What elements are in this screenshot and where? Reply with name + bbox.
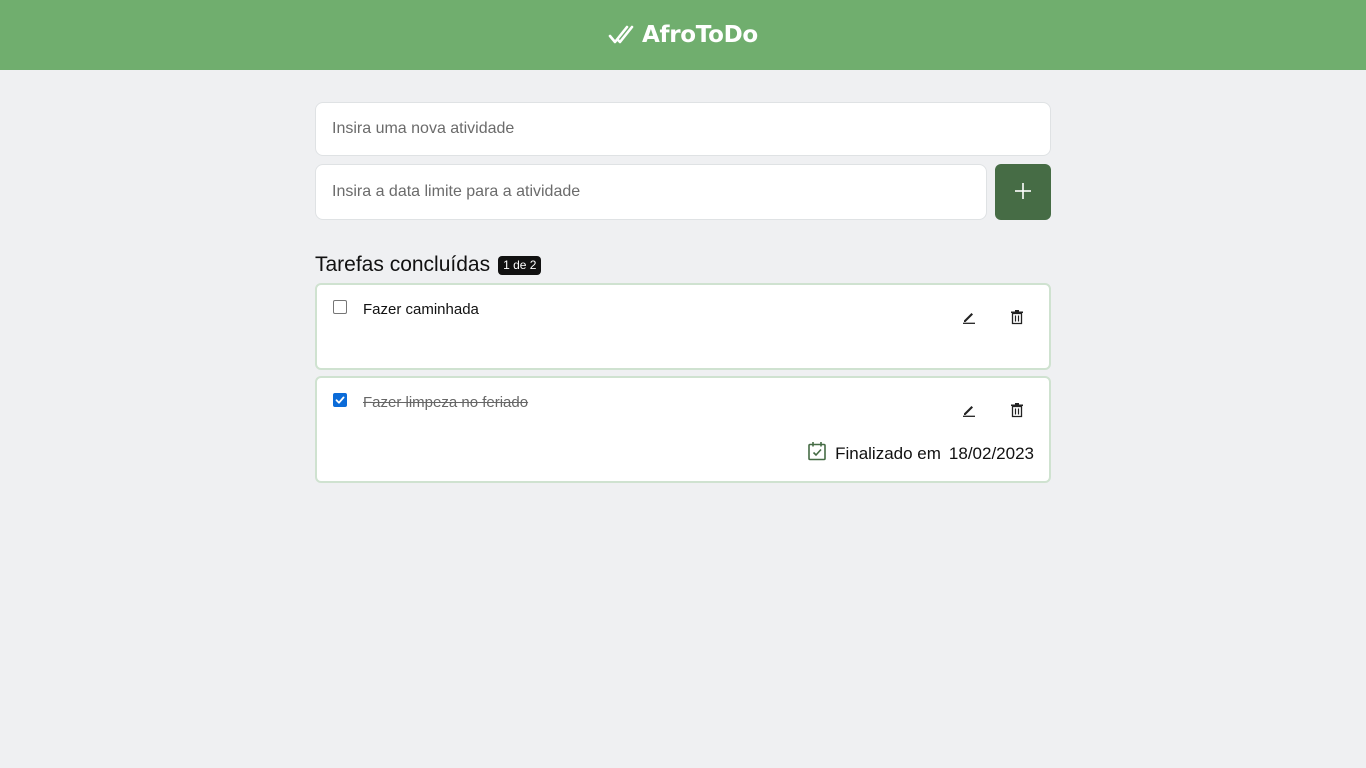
edit-task-button[interactable] [959,307,979,327]
due-date-input[interactable] [315,164,987,220]
date-row [315,164,1051,220]
edit-task-button[interactable] [959,400,979,420]
task-item: Fazer caminhada [315,283,1051,370]
add-task-button[interactable] [995,164,1051,220]
trash-icon [1011,403,1023,418]
task-text: Fazer limpeza no feriado [363,394,529,411]
task-text: Fazer caminhada [363,301,479,318]
delete-task-button[interactable] [1007,400,1027,420]
task-item: Fazer limpeza no feriado Finalizado em 1… [315,376,1051,483]
new-task-input[interactable] [315,102,1051,156]
completed-count-badge: 1 de 2 [498,255,542,275]
task-checkbox[interactable] [333,300,347,314]
pencil-icon [963,406,975,417]
plus-icon [1014,182,1032,203]
delete-task-button[interactable] [1007,307,1027,327]
finished-date: 18/02/2023 [948,443,1034,463]
pencil-icon [963,313,975,324]
checkmark-icon [335,396,345,404]
app-header: AfroToDo [0,0,1366,70]
main-content: Tarefas concluídas 1 de 2 Fazer caminhad… [315,102,1051,483]
section-title: Tarefas concluídas [315,253,491,276]
task-checkbox[interactable] [333,393,347,407]
app-title: AfroToDo [642,22,758,48]
trash-icon [1011,310,1023,325]
completed-tasks-heading: Tarefas concluídas 1 de 2 [315,253,1051,276]
calendar-check-icon [807,441,827,466]
finished-label: Finalizado em [835,443,941,463]
double-check-icon [608,22,634,48]
finished-info: Finalizado em 18/02/2023 [807,441,1034,466]
